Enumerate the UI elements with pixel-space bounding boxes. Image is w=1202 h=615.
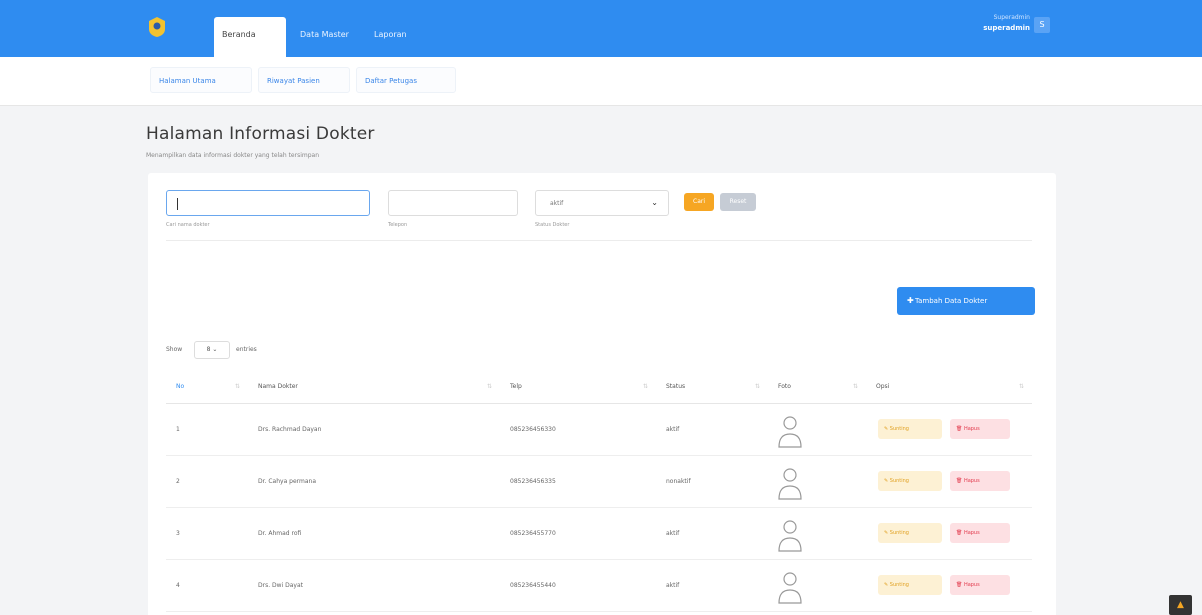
cell-no: 4 xyxy=(176,582,180,589)
doctor-photo-placeholder-icon xyxy=(778,416,802,448)
table-row: 2 Dr. Cahya permana 085236456335 nonakti… xyxy=(166,456,1032,508)
cell-status: aktif xyxy=(666,426,680,433)
page-subtitle: Menampilkan data informasi dokter yang t… xyxy=(146,152,320,159)
delete-button[interactable]: 🗑 Hapus xyxy=(950,523,1010,543)
divider xyxy=(166,240,1032,241)
cell-status: aktif xyxy=(666,582,680,589)
sort-icon: ⇅ xyxy=(1018,383,1024,390)
edit-button[interactable]: ✎ Sunting xyxy=(878,575,942,595)
reset-button[interactable]: Reset xyxy=(720,193,756,211)
sort-icon: ⇅ xyxy=(852,383,858,390)
column-header-nama[interactable]: Nama Dokter ⇅ xyxy=(248,371,500,403)
sort-icon: ⇅ xyxy=(642,383,648,390)
phone-input[interactable] xyxy=(388,190,518,216)
delete-button[interactable]: 🗑 Hapus xyxy=(950,419,1010,439)
subnav-daftar-petugas[interactable]: Daftar Petugas xyxy=(356,67,456,93)
delete-button[interactable]: 🗑 Hapus xyxy=(950,575,1010,595)
cell-telp: 085236455770 xyxy=(510,530,556,537)
cell-nama: Drs. Rachmad Dayan xyxy=(258,426,322,433)
status-hint: Status Dokter xyxy=(535,222,570,228)
user-avatar[interactable]: S xyxy=(1034,17,1050,33)
nav-tab-beranda[interactable]: Beranda xyxy=(214,17,286,57)
cell-no: 3 xyxy=(176,530,180,537)
add-doctor-button[interactable]: ✚ Tambah Data Dokter xyxy=(897,287,1035,315)
cell-nama: Drs. Dwi Dayat xyxy=(258,582,304,589)
search-button[interactable]: Cari xyxy=(684,193,714,211)
sort-icon: ⇅ xyxy=(486,383,492,390)
nav-tab-data-master[interactable]: Data Master xyxy=(292,17,360,57)
edit-button[interactable]: ✎ Sunting xyxy=(878,523,942,543)
cell-nama: Dr. Ahmad rofi xyxy=(258,530,302,537)
sort-icon: ⇅ xyxy=(754,383,760,390)
entries-label: entries xyxy=(236,346,257,353)
cell-nama: Dr. Cahya permana xyxy=(258,478,317,485)
app-logo-icon[interactable] xyxy=(148,17,166,37)
page-title: Halaman Informasi Dokter xyxy=(146,124,375,144)
text-caret xyxy=(177,198,178,210)
cell-telp: 085236455440 xyxy=(510,582,556,589)
cell-status: nonaktif xyxy=(666,478,691,485)
search-doctor-hint: Cari nama dokter xyxy=(166,222,210,228)
phone-hint: Telepon xyxy=(388,222,408,228)
edit-button[interactable]: ✎ Sunting xyxy=(878,419,942,439)
status-select[interactable]: aktif ⌄ xyxy=(535,190,669,216)
delete-button[interactable]: 🗑 Hapus xyxy=(950,471,1010,491)
column-header-opsi[interactable]: Opsi ⇅ xyxy=(866,371,1032,403)
doctor-photo-placeholder-icon xyxy=(778,468,802,500)
chevron-down-icon: ⌄ xyxy=(651,198,658,207)
show-label: Show xyxy=(166,346,183,353)
column-header-telp[interactable]: Telp ⇅ xyxy=(500,371,656,403)
scroll-to-top-button[interactable]: ▲ xyxy=(1169,595,1192,615)
nav-tab-laporan[interactable]: Laporan xyxy=(366,17,434,57)
edit-button[interactable]: ✎ Sunting xyxy=(878,471,942,491)
column-header-status[interactable]: Status ⇅ xyxy=(656,371,768,403)
table-row: 3 Dr. Ahmad rofi 085236455770 aktif ✎ Su… xyxy=(166,508,1032,560)
column-header-no[interactable]: No ⇅ xyxy=(166,371,248,403)
doctor-photo-placeholder-icon xyxy=(778,520,802,552)
cell-no: 2 xyxy=(176,478,180,485)
doctor-photo-placeholder-icon xyxy=(778,572,802,604)
status-select-value: aktif xyxy=(550,200,564,207)
table-row: 1 Drs. Rachmad Dayan 085236456330 aktif … xyxy=(166,404,1032,456)
column-header-foto[interactable]: Foto ⇅ xyxy=(768,371,866,403)
add-doctor-label: Tambah Data Dokter xyxy=(915,297,988,305)
cell-no: 1 xyxy=(176,426,180,433)
subnav-riwayat-pasien[interactable]: Riwayat Pasien xyxy=(258,67,350,93)
table-row: 4 Drs. Dwi Dayat 085236455440 aktif ✎ Su… xyxy=(166,560,1032,612)
subnav-halaman-utama[interactable]: Halaman Utama xyxy=(150,67,252,93)
user-name[interactable]: superadmin xyxy=(983,24,1030,32)
cell-telp: 085236456335 xyxy=(510,478,556,485)
cell-telp: 085236456330 xyxy=(510,426,556,433)
search-doctor-input[interactable] xyxy=(166,190,370,216)
arrow-up-icon: ▲ xyxy=(1177,600,1184,610)
sort-icon: ⇅ xyxy=(234,383,240,390)
sub-navbar: Halaman Utama Riwayat Pasien Daftar Petu… xyxy=(0,57,1202,106)
cell-status: aktif xyxy=(666,530,680,537)
plus-icon: ✚ xyxy=(907,296,914,305)
user-role: Superadmin xyxy=(993,14,1030,21)
entries-select[interactable]: 8 ⌄ xyxy=(194,341,230,359)
top-navbar: Beranda Data Master Laporan Superadmin s… xyxy=(0,0,1202,57)
